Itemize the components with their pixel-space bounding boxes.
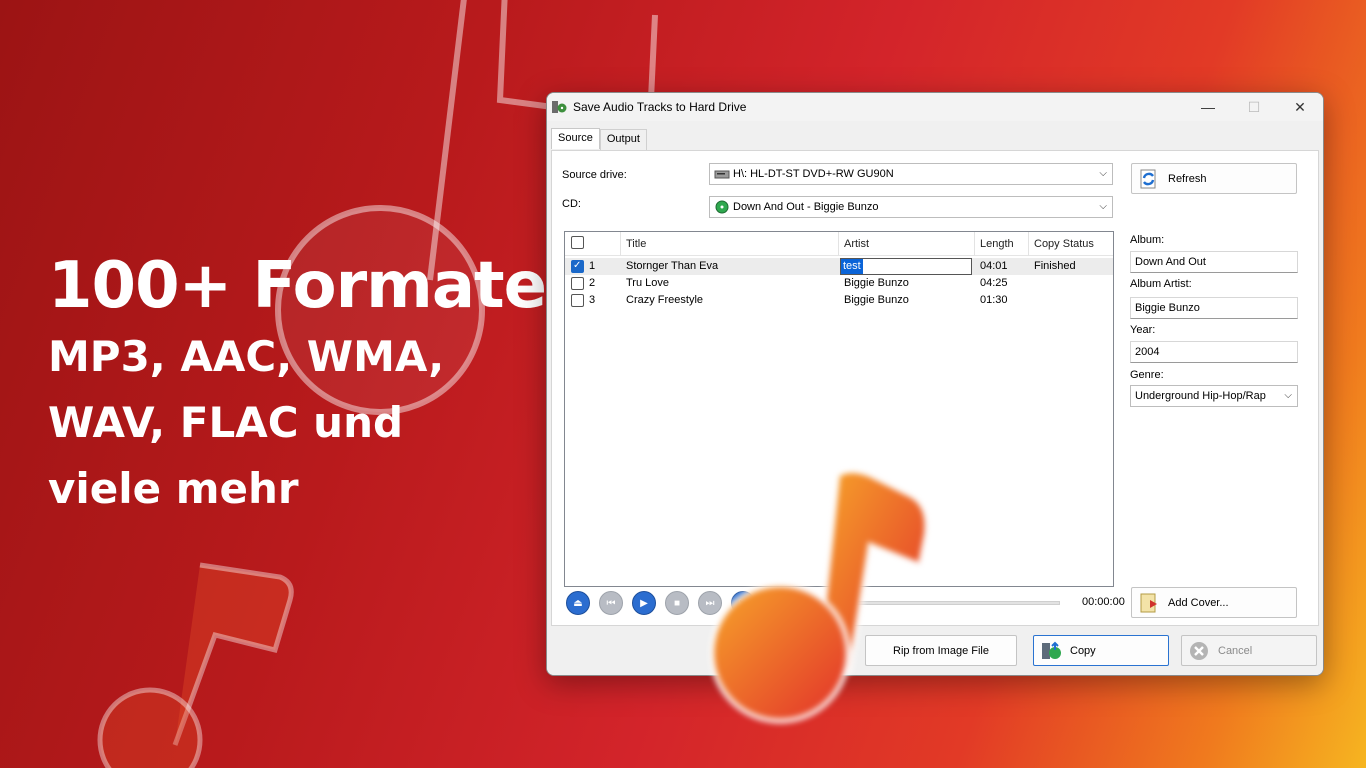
source-drive-label: Source drive: xyxy=(562,169,627,181)
title-bar[interactable]: Save Audio Tracks to Hard Drive — ☐ ✕ xyxy=(547,93,1323,121)
tab-strip: Source Output xyxy=(551,128,647,150)
cancel-icon xyxy=(1190,641,1208,660)
column-copy-status[interactable]: Copy Status xyxy=(1029,232,1113,256)
music-note-small-icon xyxy=(97,562,294,768)
add-cover-icon xyxy=(1140,593,1157,612)
track-title: Stornger Than Eva xyxy=(626,260,719,272)
track-number: 3 xyxy=(589,294,596,306)
track-checkbox[interactable] xyxy=(571,260,584,273)
year-label: Year: xyxy=(1130,324,1156,336)
refresh-icon xyxy=(1140,169,1156,188)
copy-button[interactable]: Copy xyxy=(1033,635,1169,666)
header-select-all[interactable] xyxy=(565,232,621,256)
artist-edit-value: test xyxy=(841,259,863,274)
track-artist: Biggie Bunzo xyxy=(844,294,909,306)
copy-label: Copy xyxy=(1070,644,1096,657)
chevron-down-icon: ⌵ xyxy=(1099,168,1107,179)
stop-icon[interactable]: ■ xyxy=(665,591,689,615)
album-artist-label: Album Artist: xyxy=(1130,278,1192,290)
album-field[interactable]: Down And Out xyxy=(1130,251,1298,273)
track-number: 1 xyxy=(589,260,596,272)
artist-edit-field[interactable]: test xyxy=(840,258,972,275)
cd-icon xyxy=(715,200,729,214)
promo-line-1: MP3, AAC, WMA, xyxy=(48,332,445,381)
table-row[interactable]: 3 Crazy Freestyle Biggie Bunzo 01:30 xyxy=(565,292,1113,309)
play-icon[interactable]: ▶ xyxy=(632,591,656,615)
chevron-down-icon: ⌵ xyxy=(1284,390,1292,401)
app-icon xyxy=(552,101,567,113)
refresh-label: Refresh xyxy=(1168,172,1207,185)
promo-line-3: viele mehr xyxy=(48,464,299,513)
year-field[interactable]: 2004 xyxy=(1130,341,1298,363)
add-cover-button[interactable]: Add Cover... xyxy=(1131,587,1297,618)
column-title[interactable]: Title xyxy=(621,232,839,256)
copy-icon xyxy=(1042,641,1061,659)
cancel-label: Cancel xyxy=(1218,644,1253,657)
track-length: 01:30 xyxy=(980,294,1008,306)
track-checkbox[interactable] xyxy=(571,277,584,290)
track-title: Tru Love xyxy=(626,277,670,289)
track-checkbox[interactable] xyxy=(571,294,584,307)
previous-icon[interactable]: ⏮ xyxy=(599,591,623,615)
tab-source[interactable]: Source xyxy=(551,128,600,149)
chevron-down-icon: ⌵ xyxy=(1099,201,1107,212)
music-note-blurred-icon xyxy=(709,468,930,724)
cd-value: Down And Out - Biggie Bunzo xyxy=(733,201,879,213)
table-row[interactable]: 1 Stornger Than Eva test 04:01 Finished xyxy=(565,258,1113,275)
genre-value: Underground Hip-Hop/Rap xyxy=(1135,390,1266,402)
column-length[interactable]: Length xyxy=(975,232,1029,256)
promo-headline: 100+ Formate xyxy=(48,249,547,323)
maximize-icon[interactable]: ☐ xyxy=(1231,93,1277,121)
track-number: 2 xyxy=(589,277,596,289)
cancel-button[interactable]: Cancel xyxy=(1181,635,1317,666)
window-title: Save Audio Tracks to Hard Drive xyxy=(573,100,747,114)
track-length: 04:01 xyxy=(980,260,1008,272)
tab-output[interactable]: Output xyxy=(599,129,647,150)
track-artist: Biggie Bunzo xyxy=(844,277,909,289)
album-artist-field[interactable]: Biggie Bunzo xyxy=(1130,297,1298,319)
track-list-header: Title Artist Length Copy Status xyxy=(565,232,1113,256)
eject-icon[interactable]: ⏏ xyxy=(566,591,590,615)
column-artist[interactable]: Artist xyxy=(839,232,975,256)
source-drive-value: H\: HL-DT-ST DVD+-RW GU90N xyxy=(733,168,894,180)
genre-label: Genre: xyxy=(1130,369,1164,381)
track-status: Finished xyxy=(1034,260,1076,272)
promo-line-2: WAV, FLAC und xyxy=(48,398,404,447)
drive-icon xyxy=(714,170,730,179)
player-time: 00:00:00 xyxy=(1082,596,1125,608)
minimize-icon[interactable]: — xyxy=(1185,93,1231,121)
track-title: Crazy Freestyle xyxy=(626,294,704,306)
select-all-checkbox[interactable] xyxy=(571,236,584,249)
cd-label: CD: xyxy=(562,198,581,210)
refresh-button[interactable]: Refresh xyxy=(1131,163,1297,194)
promo-text: 100+ Formate MP3, AAC, WMA, WAV, FLAC un… xyxy=(48,249,547,520)
table-row[interactable]: 2 Tru Love Biggie Bunzo 04:25 xyxy=(565,275,1113,292)
source-drive-select[interactable]: H\: HL-DT-ST DVD+-RW GU90N ⌵ xyxy=(709,163,1113,185)
close-icon[interactable]: ✕ xyxy=(1277,93,1323,121)
track-length: 04:25 xyxy=(980,277,1008,289)
album-label: Album: xyxy=(1130,234,1165,246)
genre-select[interactable]: Underground Hip-Hop/Rap ⌵ xyxy=(1130,385,1298,407)
add-cover-label: Add Cover... xyxy=(1168,596,1229,609)
cd-select[interactable]: Down And Out - Biggie Bunzo ⌵ xyxy=(709,196,1113,218)
